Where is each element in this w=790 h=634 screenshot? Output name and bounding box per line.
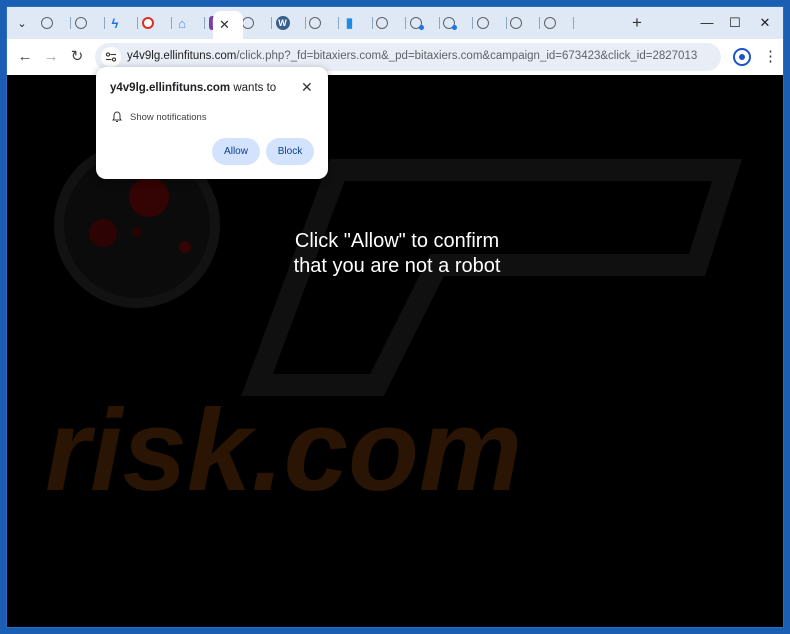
popup-wants-to: wants to [233, 82, 277, 94]
globe-icon [476, 17, 489, 29]
minimize-button[interactable]: — [697, 13, 717, 33]
popup-title: y4v9lg.ellinfituns.com wants to [110, 82, 276, 94]
tab-activity-dot [418, 25, 424, 30]
browser-tab[interactable]: W [272, 11, 306, 35]
browser-tab[interactable] [439, 11, 473, 35]
bell-icon [112, 111, 122, 122]
browser-tab[interactable]: ⌂ [171, 11, 205, 35]
popup-origin: y4v9lg.ellinfituns.com [110, 82, 231, 94]
browser-tab[interactable] [71, 11, 105, 35]
browser-tab[interactable] [473, 11, 507, 35]
browser-tab[interactable] [540, 11, 574, 35]
cloud-logo-icon: ϟ [111, 15, 119, 31]
tab-search-dropdown[interactable]: ⌄ [13, 14, 31, 32]
message-line-1: Click "Allow" to confirm [294, 230, 500, 252]
tab-activity-dot [452, 25, 457, 30]
site-info-icon[interactable] [101, 47, 121, 67]
browser-tab[interactable] [238, 11, 272, 35]
globe-icon [376, 17, 388, 29]
url-host: y4v9lg.ellinfituns.com [127, 50, 237, 62]
reload-button[interactable]: ↻ [67, 47, 87, 67]
browser-tab[interactable] [372, 11, 406, 35]
block-button[interactable]: Block [266, 138, 314, 165]
forward-button[interactable]: → [41, 47, 61, 67]
url-path: /click.php?_fd=bitaxiers.com&_pd=bitaxie… [236, 50, 697, 62]
target-icon [141, 17, 154, 29]
wordpress-icon: W [275, 16, 290, 30]
profile-avatar-icon[interactable] [733, 48, 751, 66]
tab-strip: ⌄ ϟ⌂BW▮✕ + — ☐ ✕ [7, 7, 783, 39]
active-tab[interactable]: ✕ [213, 11, 243, 39]
browser-tab[interactable] [406, 11, 440, 35]
back-button[interactable]: ← [15, 47, 35, 67]
globe-icon [74, 17, 87, 29]
globe-icon [309, 17, 321, 29]
browser-tab[interactable] [138, 11, 172, 35]
new-tab-button[interactable]: + [627, 13, 647, 33]
url-text[interactable]: y4v9lg.ellinfituns.com/click.php?_fd=bit… [127, 50, 697, 62]
globe-icon [242, 17, 254, 29]
notification-permission-popup: y4v9lg.ellinfituns.com wants to ✕ Show n… [96, 67, 328, 179]
watermark-text: risk.com [45, 385, 522, 515]
popup-close-icon[interactable]: ✕ [301, 79, 313, 96]
globe-icon [510, 17, 522, 29]
browser-tab[interactable] [506, 11, 540, 35]
allow-button[interactable]: Allow [212, 138, 260, 165]
browser-window: ⌄ ϟ⌂BW▮✕ + — ☐ ✕ ← → ↻ y4v9lg.ellinfitun… [6, 6, 784, 628]
message-line-2: that you are not a robot [293, 255, 501, 277]
browser-tab[interactable] [305, 11, 339, 35]
globe-icon [543, 17, 556, 29]
close-window-button[interactable]: ✕ [755, 13, 775, 33]
shield-outline-icon: ⌂ [178, 15, 186, 31]
maximize-button[interactable]: ☐ [725, 13, 745, 33]
browser-tab[interactable]: ▮ [339, 11, 373, 35]
tab-separator [572, 17, 574, 29]
browser-tab[interactable]: ϟ [104, 11, 138, 35]
permission-label: Show notifications [130, 112, 207, 123]
chat-bubble-icon: ▮ [345, 15, 354, 30]
kebab-menu-icon[interactable]: ⋮ [763, 47, 778, 67]
robot-check-message: Click "Allow" to confirm that you are no… [227, 229, 567, 279]
magnifier-globe-icon [41, 17, 53, 29]
close-tab-icon[interactable]: ✕ [219, 17, 230, 33]
browser-tab[interactable] [37, 11, 71, 35]
